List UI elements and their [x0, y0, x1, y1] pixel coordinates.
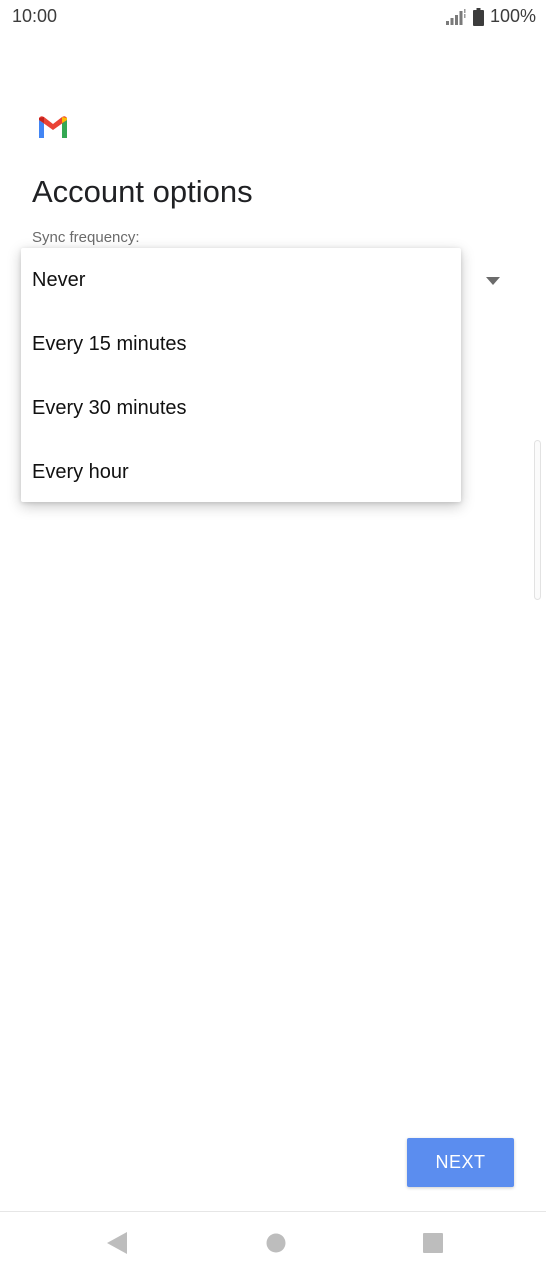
status-time: 10:00 — [12, 6, 58, 26]
gmail-logo-icon — [37, 114, 69, 140]
sync-frequency-label: Sync frequency: — [32, 229, 140, 246]
next-button[interactable]: NEXT — [407, 1138, 514, 1187]
page-title: Account options — [32, 174, 253, 209]
battery-percent: 100% — [489, 6, 536, 26]
sync-frequency-dropdown: Never Every 15 minutes Every 30 minutes … — [21, 248, 461, 502]
status-bar: 10:00 100% — [0, 0, 546, 34]
status-icons: 100% — [445, 6, 536, 27]
back-icon[interactable] — [107, 1232, 127, 1259]
home-icon[interactable] — [266, 1233, 286, 1258]
navigation-bar — [0, 1211, 546, 1275]
option-never[interactable]: Never — [21, 248, 461, 312]
dropdown-arrow-icon[interactable] — [486, 273, 500, 285]
signal-icon — [445, 8, 467, 26]
battery-icon — [472, 7, 484, 26]
option-every-15-minutes[interactable]: Every 15 minutes — [21, 312, 461, 376]
scrollbar[interactable] — [534, 440, 541, 600]
recents-icon[interactable] — [423, 1233, 443, 1258]
option-every-30-minutes[interactable]: Every 30 minutes — [21, 376, 461, 440]
option-every-hour[interactable]: Every hour — [21, 440, 461, 504]
